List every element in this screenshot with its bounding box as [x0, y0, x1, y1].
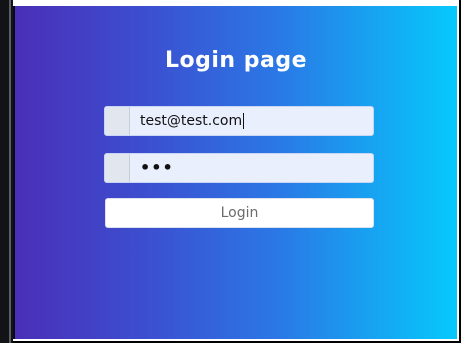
login-panel: Login page test@test.com ••• Login [13, 6, 457, 339]
email-field-addon [105, 107, 130, 135]
password-field-addon [105, 154, 130, 182]
page-title: Login page [164, 48, 307, 73]
window-edge-stripe [9, 0, 11, 343]
screenshot-frame: Login page test@test.com ••• Login [0, 0, 461, 343]
email-field[interactable]: test@test.com [104, 106, 374, 136]
login-button[interactable]: Login [105, 198, 374, 228]
email-field-value[interactable]: test@test.com [140, 107, 245, 135]
password-field[interactable]: ••• [104, 153, 374, 183]
text-caret [243, 113, 245, 129]
window-left-edge [0, 0, 13, 343]
password-field-value[interactable]: ••• [140, 154, 174, 182]
email-text: test@test.com [140, 113, 243, 129]
